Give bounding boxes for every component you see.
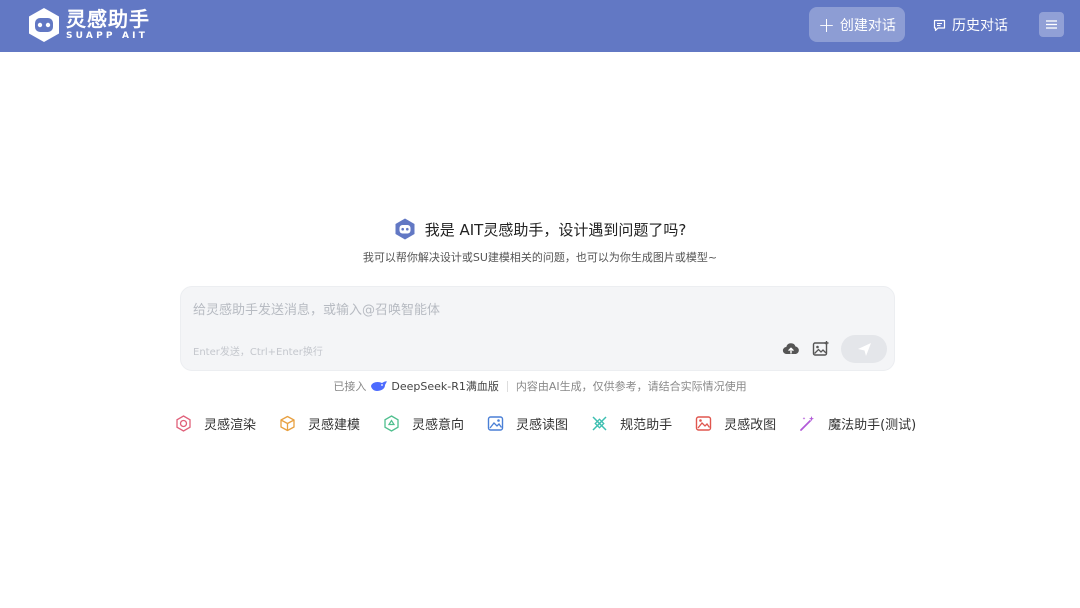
new-chat-button[interactable]: + 创建对话 [809, 7, 905, 42]
new-chat-label: 创建对话 [839, 17, 896, 34]
assistant-avatar-icon [395, 218, 415, 240]
add-image-icon[interactable] [812, 340, 830, 358]
robot-logo-icon [29, 8, 59, 42]
model-badge: DeepSeek-R1满血版 [370, 378, 499, 394]
tool-render[interactable]: 灵感渲染 [175, 414, 256, 433]
greeting-header: 我是 AIT灵感助手，设计遇到问题了吗? [0, 218, 1080, 240]
menu-button[interactable] [1039, 12, 1064, 37]
plus-icon: + [818, 12, 835, 37]
send-icon [857, 342, 871, 356]
top-bar: 灵感助手 SUAPP AIT + 创建对话 历史对话 [0, 0, 1080, 52]
keyboard-hint: Enter发送，Ctrl+Enter换行 [193, 347, 323, 358]
tool-label: 灵感意向 [412, 418, 465, 433]
tool-label: 灵感渲染 [204, 418, 257, 433]
send-button[interactable] [841, 335, 887, 363]
tool-label: 规范助手 [620, 418, 673, 433]
model-name: DeepSeek-R1满血版 [391, 380, 499, 393]
tool-label: 灵感改图 [724, 418, 777, 433]
magic-wand-icon [799, 415, 816, 432]
brand-logo[interactable]: 灵感助手 SUAPP AIT [27, 7, 150, 43]
cloud-upload-icon[interactable] [782, 340, 800, 358]
tool-edit-image[interactable]: 灵感改图 [695, 414, 776, 433]
greeting-title: 我是 AIT灵感助手，设计遇到问题了吗? [424, 220, 687, 239]
tool-shortcuts: 灵感渲染 灵感建模 灵感意向 灵感读图 规范助手 灵感改图 魔法助手(测试) [175, 414, 916, 433]
history-chats-button[interactable]: 历史对话 [933, 14, 1008, 36]
tool-read-image[interactable]: 灵感读图 [487, 414, 568, 433]
render-icon [175, 415, 192, 432]
tool-label: 魔法助手(测试) [828, 418, 917, 433]
tool-magic-assistant[interactable]: 魔法助手(测试) [799, 414, 916, 433]
tool-modeling[interactable]: 灵感建模 [279, 414, 360, 433]
hamburger-icon [1046, 20, 1057, 29]
intent-icon [383, 415, 400, 432]
message-input[interactable]: 给灵感助手发送消息，或输入@召唤智能体 [193, 299, 873, 318]
chat-bubble-icon [933, 19, 946, 31]
spec-icon [591, 415, 608, 432]
tool-spec-assistant[interactable]: 规范助手 [591, 414, 672, 433]
greeting-subtitle: 我可以帮你解决设计或SU建模相关的问题，也可以为你生成图片或模型~ [362, 251, 718, 264]
brand-subtitle: SUAPP AIT [66, 31, 149, 41]
edit-image-icon [695, 415, 712, 432]
tool-label: 灵感建模 [308, 418, 361, 433]
divider [506, 380, 508, 392]
history-chats-label: 历史对话 [952, 18, 1008, 34]
deepseek-whale-icon [371, 381, 388, 391]
cube-icon [279, 415, 296, 432]
tool-label: 灵感读图 [516, 418, 569, 433]
connected-prefix: 已接入 [333, 380, 367, 393]
message-composer: 给灵感助手发送消息，或输入@召唤智能体 Enter发送，Ctrl+Enter换行 [180, 286, 895, 371]
model-info-line: 已接入 DeepSeek-R1满血版 内容由AI生成，仅供参考，请结合实际情况使… [0, 378, 1080, 394]
read-image-icon [487, 415, 504, 432]
ai-disclaimer: 内容由AI生成，仅供参考，请结合实际情况使用 [515, 380, 747, 393]
brand-name: 灵感助手 [66, 7, 150, 31]
tool-intent[interactable]: 灵感意向 [383, 414, 464, 433]
